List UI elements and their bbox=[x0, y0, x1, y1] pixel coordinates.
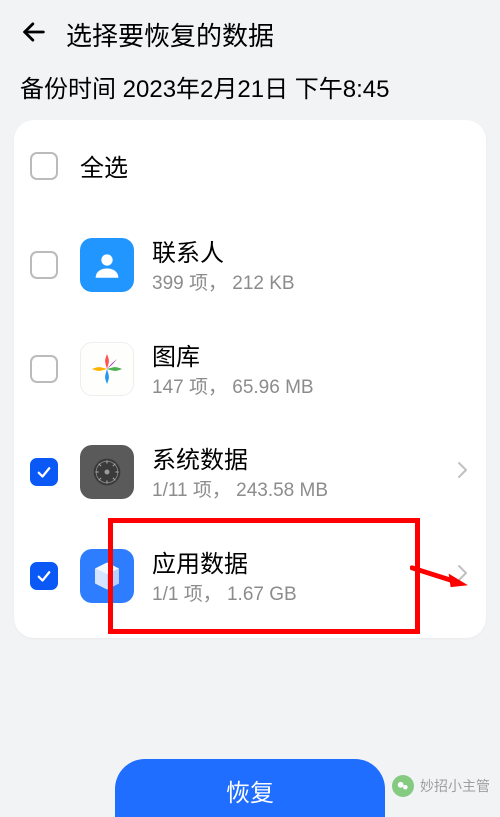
restore-button[interactable]: 恢复 bbox=[115, 759, 385, 817]
checkbox-contacts[interactable] bbox=[30, 251, 58, 279]
item-texts: 联系人 399 项， 212 KB bbox=[152, 233, 470, 297]
item-subtitle: 147 项， 65.96 MB bbox=[152, 376, 470, 401]
list-item-app-data[interactable]: 应用数据 1/1 项， 1.67 GB bbox=[14, 524, 486, 628]
list-item-system-data[interactable]: 系统数据 1/11 项， 243.58 MB bbox=[14, 420, 486, 524]
item-subtitle: 1/1 项， 1.67 GB bbox=[152, 583, 452, 608]
backup-time-label: 备份时间 2023年2月21日 下午8:45 bbox=[0, 63, 500, 120]
item-texts: 系统数据 1/11 项， 243.58 MB bbox=[152, 440, 452, 504]
list-item-contacts[interactable]: 联系人 399 项， 212 KB bbox=[14, 213, 486, 317]
back-icon[interactable] bbox=[20, 18, 48, 51]
item-subtitle: 1/11 项， 243.58 MB bbox=[152, 479, 452, 504]
item-subtitle: 399 项， 212 KB bbox=[152, 272, 470, 297]
item-texts: 图库 147 项， 65.96 MB bbox=[152, 337, 470, 401]
chevron-right-icon[interactable] bbox=[452, 561, 470, 590]
item-title: 系统数据 bbox=[152, 440, 452, 475]
item-title: 应用数据 bbox=[152, 544, 452, 579]
watermark: 妙招小主管 bbox=[392, 775, 490, 797]
wechat-icon bbox=[392, 775, 414, 797]
restore-list-card: 全选 联系人 399 项， 212 KB bbox=[14, 120, 486, 638]
gallery-icon bbox=[80, 342, 134, 396]
page-title: 选择要恢复的数据 bbox=[66, 16, 274, 53]
checkbox-appdata[interactable] bbox=[30, 562, 58, 590]
item-texts: 应用数据 1/1 项， 1.67 GB bbox=[152, 544, 452, 608]
select-all-row[interactable]: 全选 bbox=[14, 130, 486, 213]
header-bar: 选择要恢复的数据 bbox=[0, 0, 500, 63]
watermark-text: 妙招小主管 bbox=[420, 776, 490, 796]
checkbox-system[interactable] bbox=[30, 458, 58, 486]
select-all-label: 全选 bbox=[80, 148, 128, 183]
settings-gear-icon bbox=[80, 445, 134, 499]
item-title: 联系人 bbox=[152, 233, 470, 268]
select-all-checkbox[interactable] bbox=[30, 152, 58, 180]
list-item-gallery[interactable]: 图库 147 项， 65.96 MB bbox=[14, 317, 486, 421]
app-data-cube-icon bbox=[80, 549, 134, 603]
checkbox-gallery[interactable] bbox=[30, 355, 58, 383]
chevron-right-icon[interactable] bbox=[452, 458, 470, 487]
contacts-icon bbox=[80, 238, 134, 292]
item-title: 图库 bbox=[152, 337, 470, 372]
